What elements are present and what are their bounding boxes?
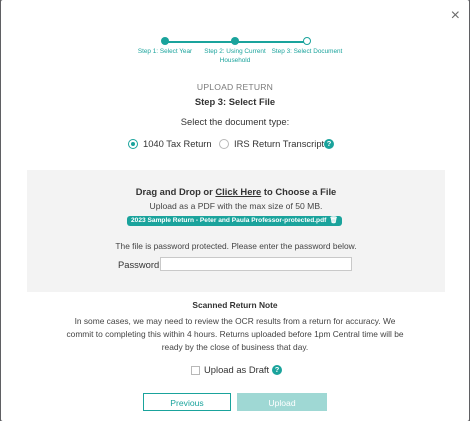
- step-2-marker: [231, 37, 239, 45]
- password-input[interactable]: [160, 257, 352, 271]
- step-3-label: Step 3: Select Document: [271, 48, 343, 55]
- step-1-marker: [161, 37, 169, 45]
- close-icon[interactable]: ×: [451, 8, 460, 24]
- file-name: 2023 Sample Return - Peter and Paula Pro…: [131, 217, 327, 224]
- upload-as-draft-checkbox[interactable]: [191, 366, 200, 375]
- upload-as-draft-label[interactable]: Upload as Draft: [204, 364, 269, 376]
- help-icon[interactable]: ?: [324, 139, 334, 149]
- scanned-return-note-title: Scanned Return Note: [192, 300, 278, 310]
- document-type-options: 1040 Tax Return IRS Return Transcript ?: [1, 138, 469, 152]
- upload-return-modal: × Step 1: Select Year Step 2: Using Curr…: [1, 0, 469, 421]
- upload-as-draft-row: Upload as Draft ?: [1, 364, 469, 378]
- scanned-return-note-body: In some cases, we may need to review the…: [66, 316, 404, 352]
- dropzone-subtitle: Upload as a PDF with the max size of 50 …: [149, 201, 323, 211]
- stepper-connector-1: [165, 41, 235, 43]
- trash-icon[interactable]: 🗑: [329, 217, 337, 224]
- upload-return-kicker: UPLOAD RETURN: [196, 82, 274, 92]
- password-label: Password: [118, 259, 160, 270]
- radio-1040-tax-return[interactable]: [128, 139, 138, 149]
- page-title: Step 3: Select File: [194, 96, 276, 107]
- draft-help-icon[interactable]: ?: [272, 365, 282, 375]
- file-dropzone[interactable]: Drag and Drop or Click Here to Choose a …: [27, 170, 445, 292]
- stepper: Step 1: Select Year Step 2: Using Curren…: [1, 35, 469, 75]
- upload-button[interactable]: Upload: [237, 393, 327, 411]
- radio-1040-tax-return-label[interactable]: 1040 Tax Return: [143, 138, 212, 150]
- step-1-label: Step 1: Select Year: [137, 48, 193, 55]
- choose-file-link[interactable]: Click Here: [215, 186, 261, 197]
- document-type-prompt: Select the document type:: [180, 116, 290, 127]
- password-note: The file is password protected. Please e…: [115, 241, 357, 251]
- step-2-label: Step 2: Using Current Household: [204, 48, 266, 64]
- dropzone-title: Drag and Drop or Click Here to Choose a …: [135, 186, 337, 197]
- radio-irs-return-transcript-label[interactable]: IRS Return Transcript: [234, 138, 324, 150]
- radio-irs-return-transcript[interactable]: [219, 139, 229, 149]
- uploaded-file-chip: 2023 Sample Return - Peter and Paula Pro…: [127, 216, 342, 226]
- previous-button[interactable]: Previous: [143, 393, 231, 411]
- step-3-marker: [303, 37, 311, 45]
- stepper-connector-2: [235, 41, 307, 43]
